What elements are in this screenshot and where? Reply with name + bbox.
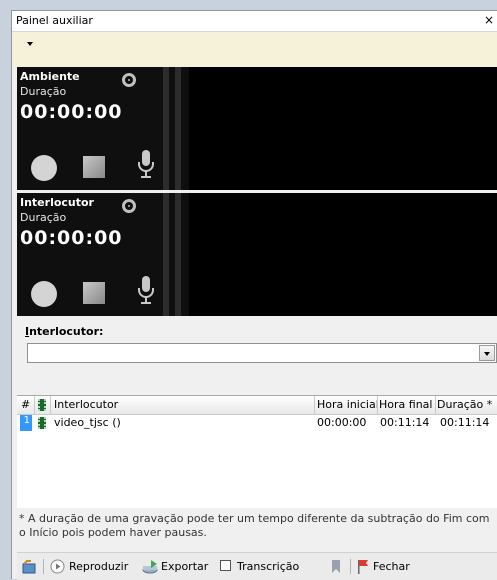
record-icon[interactable] <box>31 281 57 307</box>
microphone-icon[interactable] <box>135 149 157 181</box>
close-icon[interactable]: × <box>484 13 494 27</box>
film-icon <box>38 417 46 429</box>
interlocutor-label: Interlocutor: <box>25 325 104 338</box>
stop-icon[interactable] <box>83 282 105 304</box>
bottom-toolbar: Reproduzir Exportar Transcrição Fechar <box>17 552 497 580</box>
flag-icon[interactable] <box>357 559 369 574</box>
play-button[interactable]: Reproduzir <box>69 560 128 573</box>
microphone-icon[interactable] <box>135 275 157 307</box>
vu-meter-right <box>175 193 181 316</box>
column-end-time[interactable]: Hora final <box>379 398 432 411</box>
footnote: * A duração de uma gravação pode ter um … <box>19 512 490 539</box>
column-interlocutor[interactable]: Interlocutor <box>54 398 118 411</box>
vu-meter-left <box>163 67 169 190</box>
interlocutor-combobox[interactable] <box>27 343 497 363</box>
recorder-name: Ambiente <box>20 70 80 83</box>
close-button[interactable]: Fechar <box>373 560 410 573</box>
dropdown-arrow-icon[interactable] <box>27 42 33 46</box>
vu-meter-right <box>175 67 181 190</box>
row-duration: 00:11:14 <box>440 416 490 429</box>
monitor-icon[interactable] <box>122 73 136 87</box>
panel-title: Painel auxiliar <box>16 14 93 27</box>
column-duration[interactable]: Duração * <box>437 398 492 411</box>
chevron-down-icon[interactable] <box>479 345 495 361</box>
duration-time: 00:00:00 <box>20 227 123 249</box>
film-icon <box>38 399 46 411</box>
options-dropdown-bar[interactable] <box>12 32 497 66</box>
bookmark-icon[interactable] <box>331 560 341 573</box>
play-icon[interactable] <box>50 559 65 574</box>
monitor-icon[interactable] <box>122 199 136 213</box>
duration-label: Duração <box>20 85 67 98</box>
table-header: # Interlocutor Hora inicial Hora final D… <box>17 396 497 415</box>
record-icon[interactable] <box>31 155 57 181</box>
table-row[interactable]: 1 video_tjsc () 00:00:00 00:11:14 00:11:… <box>17 415 497 431</box>
checkbox-icon[interactable] <box>220 560 231 571</box>
row-start-time: 00:00:00 <box>317 416 367 429</box>
duration-time: 00:00:00 <box>20 101 123 123</box>
stop-icon[interactable] <box>83 156 105 178</box>
recordings-table: # Interlocutor Hora inicial Hora final D… <box>17 395 497 508</box>
row-number: 1 <box>20 415 32 431</box>
export-icon[interactable] <box>142 559 159 574</box>
title-bar: Painel auxiliar × <box>12 11 497 32</box>
auxiliary-panel: Painel auxiliar × Ambiente Duração 00:00… <box>11 10 497 580</box>
recorder-name: Interlocutor <box>20 196 94 209</box>
interlocutor-section: Interlocutor: <box>17 325 497 385</box>
export-button[interactable]: Exportar <box>161 560 208 573</box>
recorder-ambiente: Ambiente Duração 00:00:00 <box>17 67 497 190</box>
row-end-time: 00:11:14 <box>380 416 430 429</box>
vu-meter-left <box>163 193 169 316</box>
duration-label: Duração <box>20 211 67 224</box>
transcription-toggle[interactable]: Transcrição <box>237 560 299 573</box>
column-start-time[interactable]: Hora inicial <box>317 398 379 411</box>
row-interlocutor: video_tjsc () <box>54 416 121 429</box>
back-icon[interactable] <box>21 559 37 575</box>
recorder-interlocutor: Interlocutor Duração 00:00:00 <box>17 193 497 316</box>
column-number[interactable]: # <box>21 398 30 411</box>
